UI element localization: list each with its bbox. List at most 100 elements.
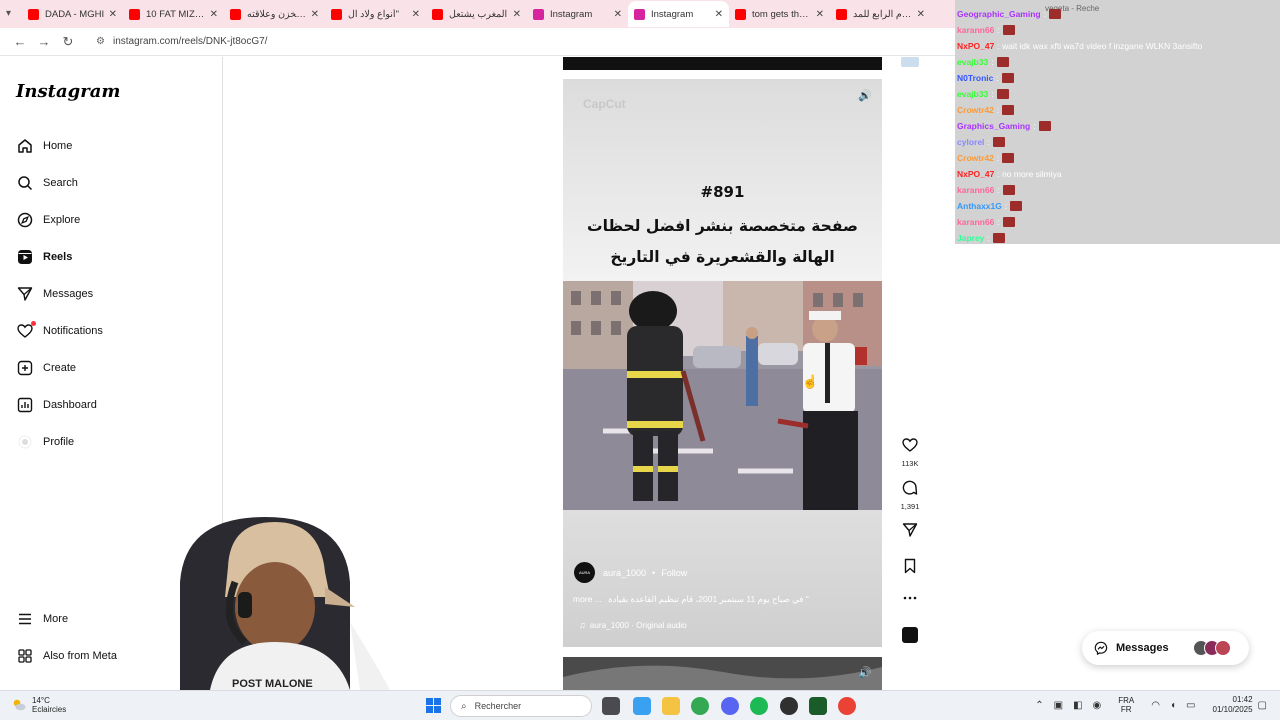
follow-button[interactable]: Follow [661,568,687,578]
next-reel[interactable]: 🔊 [563,657,882,690]
share-button[interactable] [897,522,923,543]
copilot-icon[interactable] [633,697,651,715]
clock-time: 01:42 [1232,695,1253,704]
url-field[interactable]: ⚙ instagram.com/reels/DNK-jt8ocG7/ [86,31,946,53]
tab-title: اليوم الرابع للمد [853,8,913,20]
windows-start-icon[interactable] [426,698,441,713]
comment-button[interactable]: 1,391 [897,480,923,511]
tab-close-icon[interactable]: ✕ [311,9,319,20]
emote-icon [992,233,1005,243]
tab-close-icon[interactable]: ✕ [715,9,723,20]
tab-search-icon[interactable]: ▾ [6,8,11,19]
browser-tab[interactable]: tom gets throw ✕ [729,1,830,27]
chat-text: : [996,153,1000,163]
chat-text: : wait idk wax xfti wa7d video f inzgane… [997,41,1203,51]
back-icon[interactable]: ← [8,34,32,49]
browser-tab[interactable]: 10 FAT MIZZO ✕ [123,1,224,27]
notifications-icon[interactable]: ▢ [1258,700,1267,711]
previous-reel-thumbnail[interactable] [901,57,919,67]
sidebar-item-more[interactable]: More [16,610,68,628]
tab-close-icon[interactable]: ✕ [816,9,824,20]
browser-tab[interactable]: المخزن وعلاقته ✕ [224,1,325,27]
tab-favicon-icon [230,8,241,20]
microphone-icon[interactable]: ◉ [1093,700,1102,711]
forward-icon[interactable]: → [32,34,56,49]
chat-text: : [1043,9,1046,19]
site-info-icon[interactable]: ⚙ [96,36,105,47]
chrome-active-icon[interactable] [838,697,856,715]
tab-close-icon[interactable]: ✕ [917,9,925,20]
comment-count: 1,391 [900,502,920,511]
address-bar: ← → ↻ ⚙ instagram.com/reels/DNK-jt8ocG7/ [0,28,955,56]
wifi-icon[interactable]: ◠ [1151,700,1160,711]
sidebar-item-label: Profile [43,436,75,448]
page-scrollbar[interactable] [1270,57,1280,690]
chat-username: Japrey [957,233,985,243]
browser-tab[interactable]: اليوم الرابع للمد ✕ [830,1,931,27]
browser-tab[interactable]: أنواع ولاد ال" ✕ [325,1,426,27]
clock[interactable]: 01:42 01/10/2025 [1213,695,1253,715]
sidebar-item-also-from-meta[interactable]: Also from Meta [16,647,117,665]
spotify-icon[interactable] [750,697,768,715]
obs-icon[interactable] [780,697,798,715]
more-link[interactable]: more ... [573,594,602,604]
sidebar-item-home[interactable]: Home [16,137,72,155]
reel-video[interactable]: CapCut 🔊 #891 صفحة متخصصة بنشر افضل لحظا… [563,79,882,647]
file-explorer-icon[interactable] [662,697,680,715]
weather-widget[interactable]: 14°C Eclaircies [12,696,66,714]
tab-close-icon[interactable]: ✕ [210,9,218,20]
tab-close-icon[interactable]: ✕ [412,9,420,20]
sidebar-item-messages[interactable]: Messages [16,285,93,303]
author-avatar[interactable]: AURA [574,562,595,583]
tab-close-icon[interactable]: ✕ [109,9,117,20]
app-icon[interactable] [809,697,827,715]
reel-description[interactable]: more ... في صباح يوم 11 سبتمبر 2001، قام… [573,594,873,605]
chat-message: Geographic_Gaming: [957,9,1061,19]
sidebar-item-search[interactable]: Search [16,174,78,192]
task-view-icon[interactable] [602,697,620,715]
chrome-icon[interactable] [691,697,709,715]
mouse-cursor-icon: ☝ [802,374,819,389]
taskbar-search[interactable]: ⌕ Rechercher [450,695,592,717]
save-button[interactable] [897,558,923,579]
send-icon [902,523,918,537]
heart-icon [16,321,36,340]
tab-close-icon[interactable]: ✕ [614,9,622,20]
sidebar-item-dashboard[interactable]: Dashboard [16,396,97,414]
battery-icon[interactable]: ▭ [1186,700,1195,711]
tray-app-icon[interactable]: ◧ [1073,700,1082,711]
tray-app-icon[interactable]: ▣ [1054,700,1063,711]
show-hidden-icons-icon[interactable]: ⌃ [1035,700,1043,711]
sidebar-item-profile[interactable]: Profile [16,433,74,451]
volume-icon[interactable]: 🔊 [858,89,872,102]
volume-icon[interactable]: 🔊 [858,666,872,679]
messages-button[interactable]: Messages [1082,631,1249,665]
messages-label: Messages [1116,642,1169,654]
previous-reel[interactable] [563,57,882,70]
volume-icon[interactable]: ◖ [1170,700,1176,711]
discord-icon[interactable] [721,697,739,715]
chat-username: evajb33 [957,89,989,99]
audio-thumbnail[interactable] [902,627,918,643]
sidebar-item-label: Reels [43,251,73,263]
sidebar-item-reels[interactable]: Reels [16,248,72,266]
reel-audio[interactable]: ♫ aura_1000 · Original audio [579,620,687,630]
more-options-button[interactable] [897,590,923,611]
browser-tab[interactable]: DADA - MGHI ✕ [22,1,123,27]
sidebar-item-notifications[interactable]: Notifications [16,321,103,340]
reel-hashtag: #891 [700,183,745,201]
emote-icon [992,137,1005,147]
reload-icon[interactable]: ↻ [56,34,80,50]
emote-icon [1002,25,1015,35]
browser-tab[interactable]: المغرب يشتعل ✕ [426,1,527,27]
author-username[interactable]: aura_1000 [603,568,646,578]
tab-title: tom gets throw [752,8,812,20]
tab-close-icon[interactable]: ✕ [513,9,521,20]
browser-tab[interactable]: Instagram ✕ [628,1,729,27]
sidebar-item-create[interactable]: Create [16,359,76,377]
language-indicator[interactable]: FRA FR [1118,696,1134,714]
sidebar-item-explore[interactable]: Explore [16,211,80,229]
browser-tab[interactable]: Instagram ✕ [527,1,628,27]
instagram-logo[interactable]: Instagram [16,81,120,102]
like-button[interactable]: 113K [897,437,923,468]
